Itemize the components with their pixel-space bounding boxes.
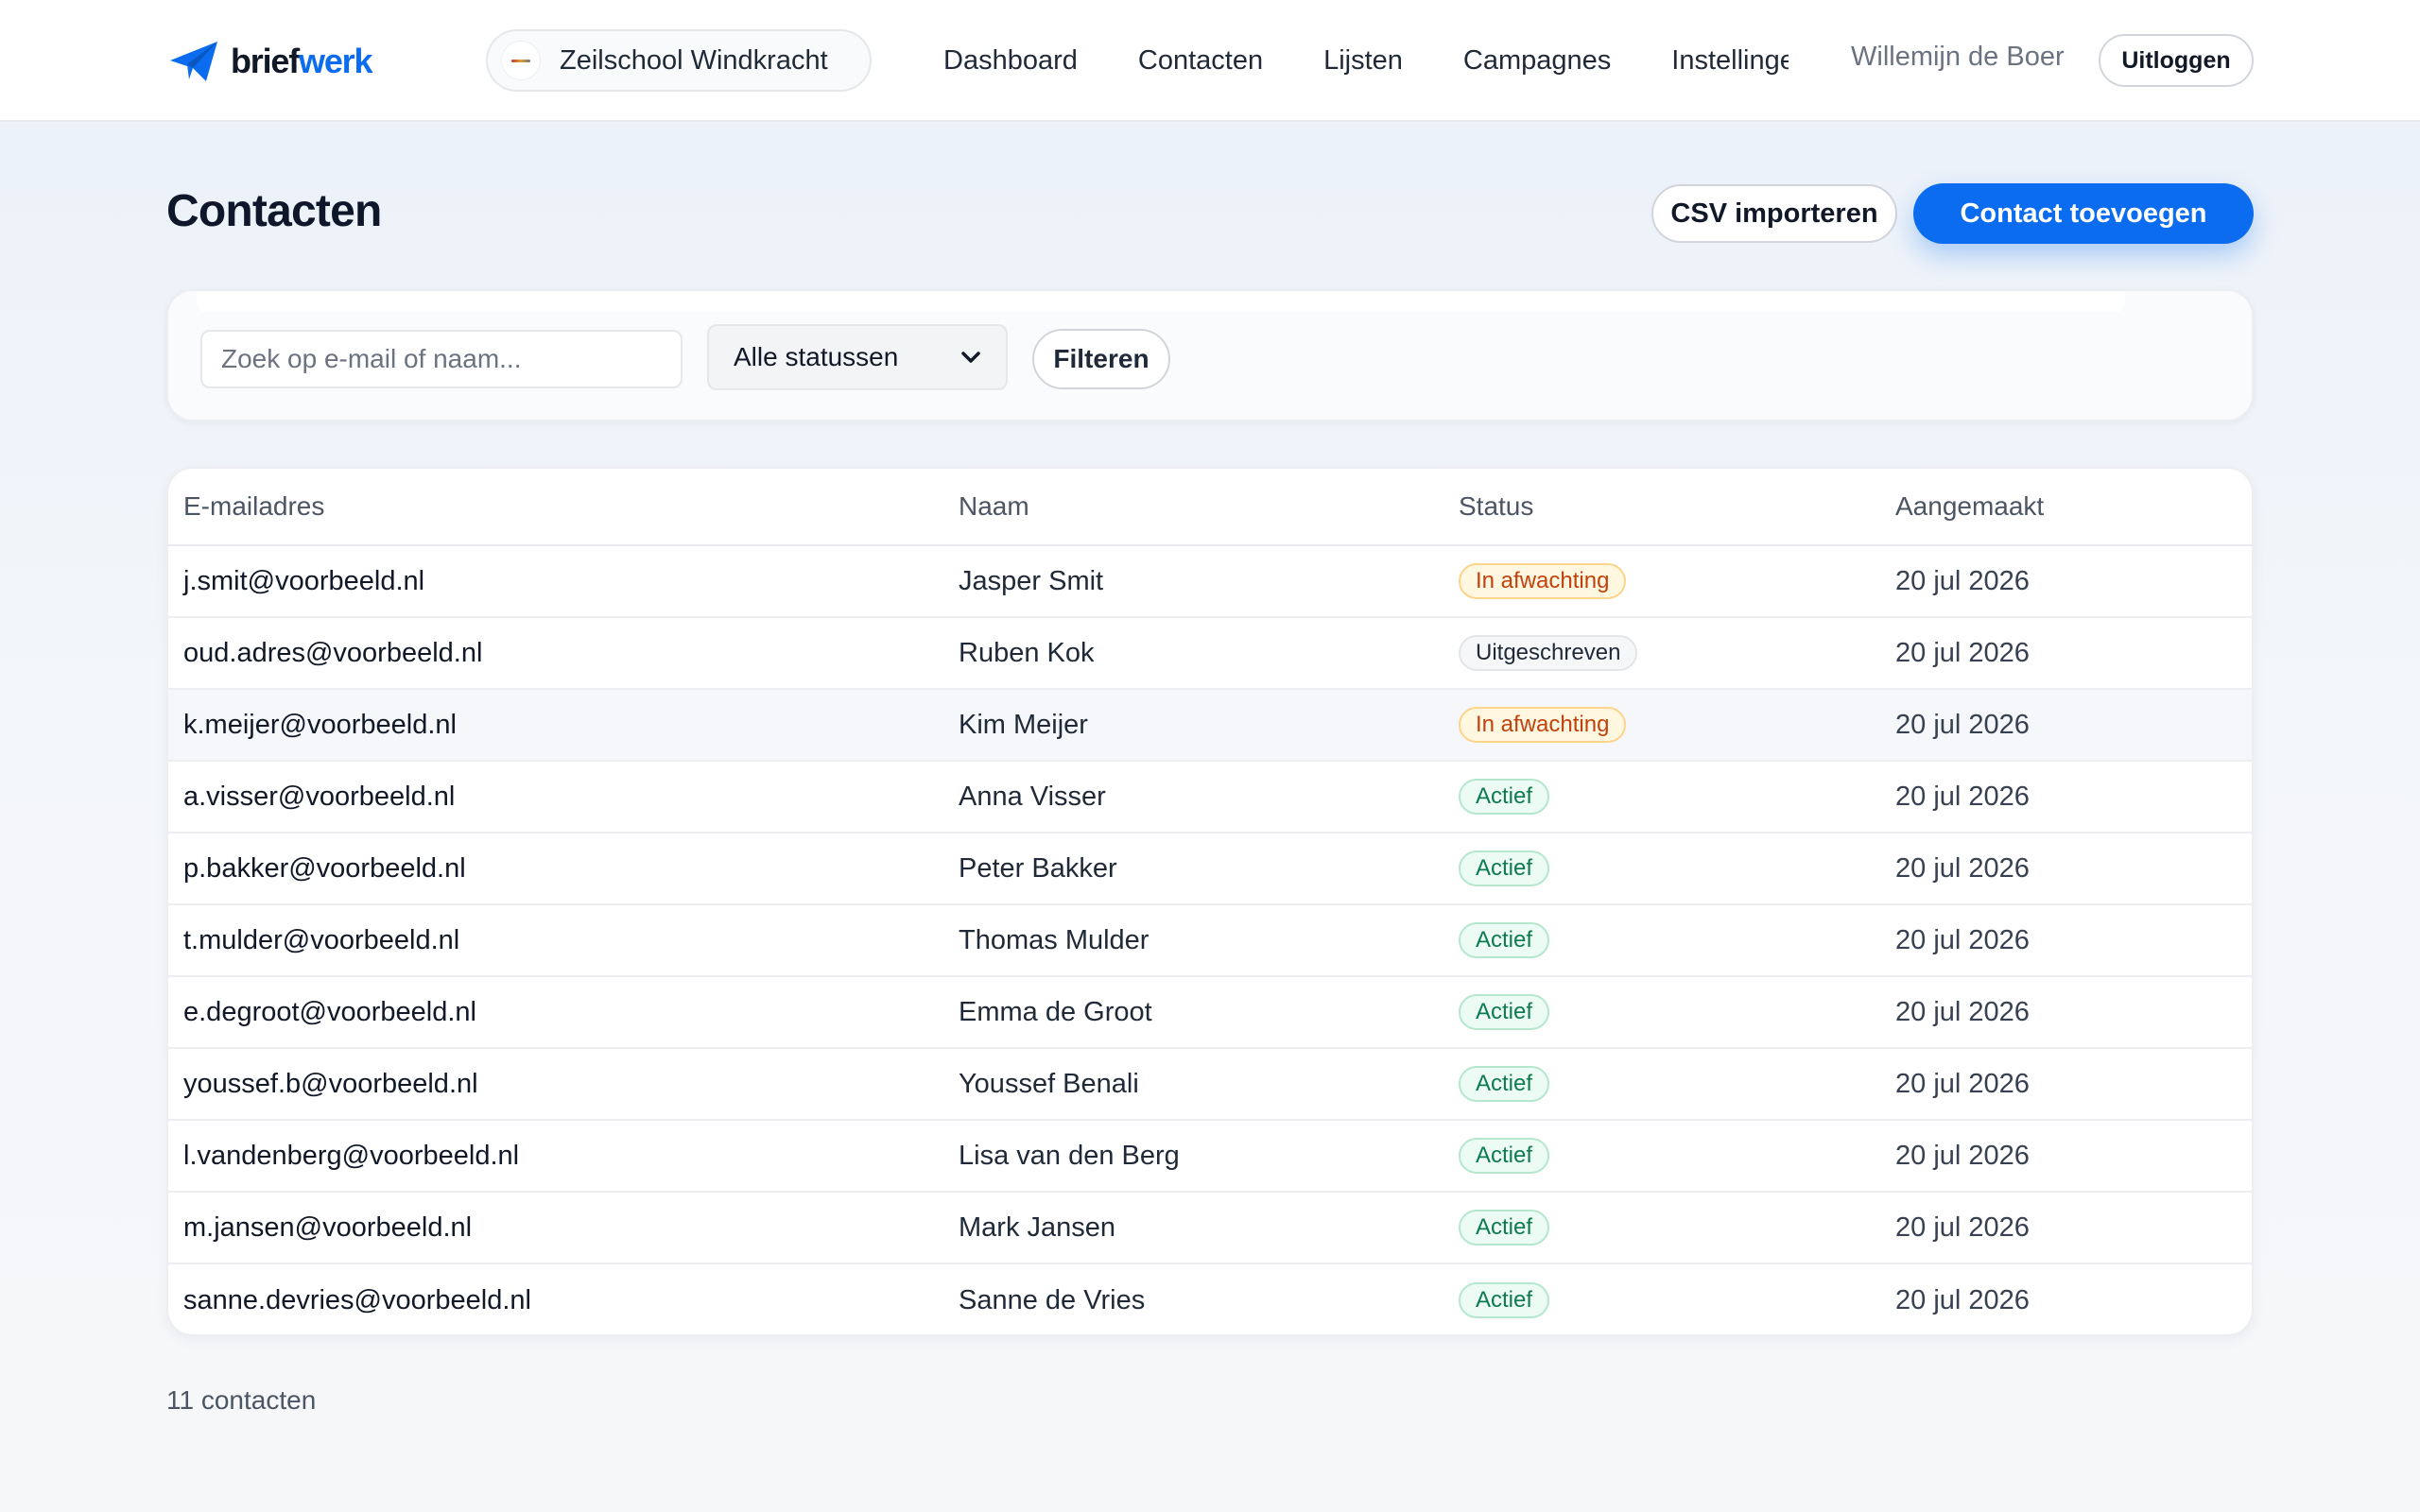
- table-header: E-mailadres Naam Status Aangemaakt: [168, 469, 2252, 546]
- contact-name: Jasper Smit: [959, 565, 1104, 596]
- brand-wordmark-part1: brief: [231, 42, 300, 80]
- table-row[interactable]: t.mulder@voorbeeld.nl Thomas Mulder Acti…: [168, 905, 2252, 977]
- contact-email: l.vandenberg@voorbeeld.nl: [183, 1140, 520, 1171]
- contact-name: Kim Meijer: [959, 709, 1088, 740]
- status-select[interactable]: Alle statussen: [707, 324, 1008, 390]
- contact-email: p.bakker@voorbeeld.nl: [183, 852, 466, 884]
- nav-item-campagnes[interactable]: Campagnes: [1463, 45, 1611, 77]
- column-header-email[interactable]: E-mailadres: [183, 491, 324, 522]
- column-header-created[interactable]: Aangemaakt: [1895, 491, 2044, 522]
- paper-plane-icon: [170, 42, 217, 81]
- status-badge: Actief: [1459, 1138, 1550, 1174]
- organization-switcher[interactable]: Zeilschool Windkracht: [486, 29, 872, 92]
- table-row[interactable]: youssef.b@voorbeeld.nl Youssef Benali Ac…: [168, 1049, 2252, 1121]
- logout-button[interactable]: Uitloggen: [2099, 34, 2254, 87]
- status-badge: Uitgeschreven: [1459, 635, 1638, 671]
- status-badge: Actief: [1459, 1210, 1550, 1246]
- contact-count: 11 contacten: [166, 1385, 317, 1415]
- contact-created-date: 20 jul 2026: [1895, 852, 2030, 884]
- table-row[interactable]: oud.adres@voorbeeld.nl Ruben Kok Uitgesc…: [168, 618, 2252, 690]
- table-row[interactable]: a.visser@voorbeeld.nl Anna Visser Actief…: [168, 762, 2252, 833]
- table-row[interactable]: sanne.devries@voorbeeld.nl Sanne de Vrie…: [168, 1264, 2252, 1334]
- status-badge: In afwachting: [1459, 707, 1627, 743]
- contact-email: oud.adres@voorbeeld.nl: [183, 637, 483, 668]
- contact-name: Thomas Mulder: [959, 924, 1150, 955]
- status-badge: Actief: [1459, 922, 1550, 958]
- organization-logo: [501, 41, 541, 80]
- top-navigation-bar: briefwerk Zeilschool Windkracht Dashboar…: [0, 0, 2420, 122]
- status-badge: Actief: [1459, 994, 1550, 1030]
- column-header-name[interactable]: Naam: [959, 491, 1029, 522]
- status-badge: Actief: [1459, 1282, 1550, 1318]
- contact-name: Mark Jansen: [959, 1211, 1116, 1243]
- nav-item-instellingen[interactable]: Instellingen: [1671, 45, 1789, 77]
- chevron-down-icon: [961, 352, 980, 363]
- contact-created-date: 20 jul 2026: [1895, 781, 2030, 812]
- current-user-name: Willemijn de Boer: [1851, 42, 2065, 72]
- main-navigation: Dashboard Contacten Lijsten Campagnes In…: [943, 38, 1806, 83]
- brand-logo[interactable]: briefwerk: [168, 38, 372, 85]
- contact-name: Peter Bakker: [959, 852, 1117, 884]
- contact-email: e.degroot@voorbeeld.nl: [183, 996, 476, 1027]
- contact-email: t.mulder@voorbeeld.nl: [183, 924, 460, 955]
- status-badge: Actief: [1459, 1066, 1550, 1102]
- status-select-value: Alle statussen: [734, 342, 899, 371]
- contact-created-date: 20 jul 2026: [1895, 1140, 2030, 1171]
- csv-import-button[interactable]: CSV importeren: [1651, 184, 1897, 243]
- contact-name: Ruben Kok: [959, 637, 1095, 668]
- table-row[interactable]: l.vandenberg@voorbeeld.nl Lisa van den B…: [168, 1121, 2252, 1193]
- contact-email: m.jansen@voorbeeld.nl: [183, 1211, 473, 1243]
- brand-wordmark-part2: werk: [299, 42, 372, 80]
- contact-name: Sanne de Vries: [959, 1284, 1146, 1315]
- status-badge: Actief: [1459, 779, 1550, 815]
- contact-name: Lisa van den Berg: [959, 1140, 1180, 1171]
- contact-created-date: 20 jul 2026: [1895, 1211, 2030, 1243]
- brand-wordmark: briefwerk: [231, 42, 372, 81]
- table-row[interactable]: e.degroot@voorbeeld.nl Emma de Groot Act…: [168, 977, 2252, 1049]
- contact-email: j.smit@voorbeeld.nl: [183, 565, 425, 596]
- status-badge: Actief: [1459, 850, 1550, 886]
- contact-email: a.visser@voorbeeld.nl: [183, 781, 456, 812]
- table-row[interactable]: k.meijer@voorbeeld.nl Kim Meijer In afwa…: [168, 690, 2252, 762]
- search-input[interactable]: [200, 330, 683, 388]
- contact-created-date: 20 jul 2026: [1895, 637, 2030, 668]
- nav-item-lijsten[interactable]: Lijsten: [1323, 45, 1403, 77]
- contact-email: youssef.b@voorbeeld.nl: [183, 1068, 478, 1099]
- table-row[interactable]: m.jansen@voorbeeld.nl Mark Jansen Actief…: [168, 1193, 2252, 1264]
- add-contact-button[interactable]: Contact toevoegen: [1913, 183, 2254, 244]
- page-title: Contacten: [166, 186, 382, 236]
- nav-item-dashboard[interactable]: Dashboard: [943, 45, 1078, 77]
- organization-name: Zeilschool Windkracht: [560, 44, 828, 76]
- table-row[interactable]: p.bakker@voorbeeld.nl Peter Bakker Actie…: [168, 833, 2252, 905]
- table-row[interactable]: j.smit@voorbeeld.nl Jasper Smit In afwac…: [168, 546, 2252, 618]
- contact-name: Anna Visser: [959, 781, 1106, 812]
- contact-name: Youssef Benali: [959, 1068, 1139, 1099]
- contact-created-date: 20 jul 2026: [1895, 1284, 2030, 1315]
- column-header-status[interactable]: Status: [1459, 491, 1533, 522]
- contact-created-date: 20 jul 2026: [1895, 924, 2030, 955]
- contact-created-date: 20 jul 2026: [1895, 1068, 2030, 1099]
- contact-created-date: 20 jul 2026: [1895, 996, 2030, 1027]
- filter-bar: Alle statussen Filteren: [166, 289, 2254, 421]
- contact-email: k.meijer@voorbeeld.nl: [183, 709, 457, 740]
- contacts-table: E-mailadres Naam Status Aangemaakt j.smi…: [166, 467, 2254, 1336]
- contact-email: sanne.devries@voorbeeld.nl: [183, 1284, 531, 1315]
- filter-button[interactable]: Filteren: [1032, 329, 1170, 389]
- contact-created-date: 20 jul 2026: [1895, 709, 2030, 740]
- status-badge: In afwachting: [1459, 563, 1627, 599]
- nav-item-contacten[interactable]: Contacten: [1138, 45, 1263, 77]
- contact-created-date: 20 jul 2026: [1895, 565, 2030, 596]
- contact-name: Emma de Groot: [959, 996, 1152, 1027]
